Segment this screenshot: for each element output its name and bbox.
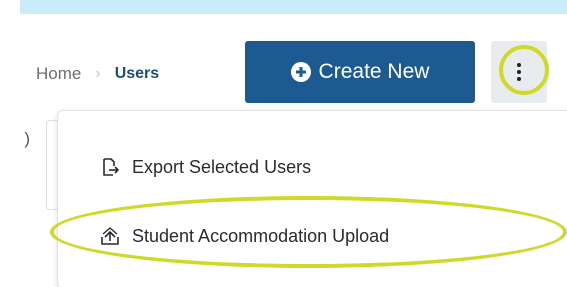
menu-item-export-selected-users[interactable]: Export Selected Users	[58, 147, 567, 187]
actions-dropdown-menu: Export Selected Users Student Accommodat…	[57, 110, 567, 287]
top-strip	[20, 0, 567, 14]
page: Home › Users Create New ) Export Selecte…	[0, 0, 567, 287]
menu-item-label: Student Accommodation Upload	[132, 225, 390, 246]
breadcrumb-home-link[interactable]: Home	[36, 64, 81, 84]
create-new-button[interactable]: Create New	[245, 41, 475, 103]
upload-icon	[101, 227, 119, 245]
breadcrumb-separator-icon: ›	[95, 65, 101, 82]
background-field-fragment: )	[24, 129, 30, 148]
more-options-button[interactable]	[491, 41, 547, 103]
create-new-label: Create New	[318, 60, 430, 83]
vertical-ellipsis-icon	[517, 63, 521, 81]
menu-item-label: Export Selected Users	[132, 156, 312, 177]
breadcrumb: Home › Users	[36, 60, 159, 88]
export-icon	[103, 158, 119, 176]
breadcrumb-current: Users	[114, 65, 160, 82]
menu-item-student-accommodation-upload[interactable]: Student Accommodation Upload	[58, 216, 567, 256]
background-input-edge	[46, 120, 57, 210]
plus-circle-icon	[290, 62, 311, 82]
